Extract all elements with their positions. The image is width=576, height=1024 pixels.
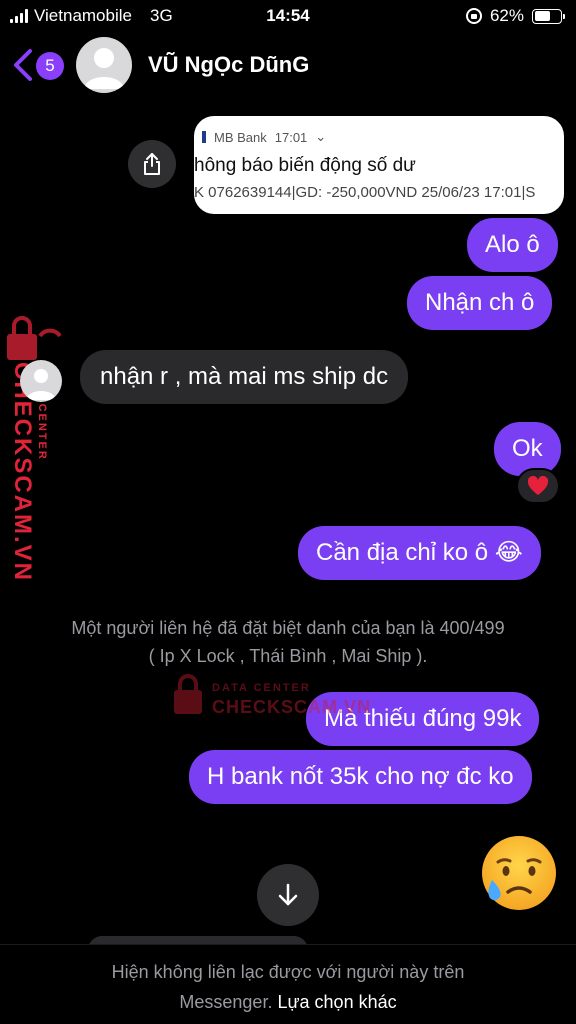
battery-icon [532, 8, 565, 24]
message-text: Cần địa chỉ ko ô 😂 [316, 539, 523, 566]
share-icon [144, 153, 160, 175]
heart-icon [527, 476, 549, 495]
footer-line-1: Hiện không liên lạc được với người này t… [111, 962, 465, 982]
card-body: K 0762639144|GD: -250,000VND 25/06/23 17… [194, 184, 536, 201]
shared-image-card[interactable]: MB Bank 17:01 ⌄ hông báo biến động số dư… [194, 116, 564, 214]
battery-percent: 62% [489, 6, 524, 25]
back-chevron-icon[interactable] [10, 48, 36, 82]
card-app-name: MB Bank [214, 129, 267, 145]
footer-line-2: Messenger. Lựa chọn khác [0, 987, 576, 1017]
unread-badge[interactable]: 5 [36, 52, 64, 80]
message-bank[interactable]: H bank nốt 35k cho nợ đc ko [189, 750, 532, 804]
watermark-center-tagline: DATA CENTER [212, 682, 311, 694]
message-dia-chi[interactable]: Cần địa chỉ ko ô 😂 [298, 526, 541, 580]
message-reaction[interactable] [516, 468, 560, 504]
contact-name[interactable]: VŨ NgỌc DũnG [148, 52, 309, 78]
notice-line-1: Một người liên hệ đã đặt biệt danh của b… [71, 618, 505, 638]
other-options-link[interactable]: Lựa chọn khác [277, 992, 396, 1012]
card-title: hông báo biến động số dư [194, 155, 416, 176]
message-nhan[interactable]: Nhận ch ô [407, 276, 553, 330]
status-right: 62% [465, 6, 565, 26]
message-alo[interactable]: Alo ô [467, 218, 558, 272]
message-text: Ok [512, 435, 543, 462]
orientation-lock-icon [465, 8, 482, 24]
card-app-row: MB Bank 17:01 ⌄ [202, 129, 326, 145]
bank-logo-mark [202, 131, 206, 143]
chevron-down-icon: ⌄ [315, 129, 327, 144]
footer-line-2-text: Messenger. [179, 992, 273, 1012]
contact-avatar[interactable] [76, 37, 132, 93]
chat-header: 5 VŨ NgỌc DũnG [0, 34, 576, 96]
unavailable-footer: Hiện không liên lạc được với người này t… [0, 944, 576, 1024]
sender-avatar[interactable] [20, 360, 62, 402]
notice-line-2: ( Ip X Lock , Thái Bình , Mai Ship ). [148, 646, 428, 666]
sad-sweat-emoji-icon[interactable] [480, 834, 558, 912]
message-ok[interactable]: Ok [494, 422, 561, 476]
message-text: Alo ô [485, 231, 540, 258]
message-text: H bank nốt 35k cho nợ đc ko [207, 763, 514, 790]
share-button[interactable] [128, 140, 176, 188]
card-time: 17:01 [274, 129, 308, 145]
message-text: Nhận ch ô [425, 289, 535, 316]
scroll-down-button[interactable] [257, 864, 319, 926]
nickname-notice: Một người liên hệ đã đặt biệt danh của b… [0, 614, 576, 670]
message-text: nhận r , mà mai ms ship dc [100, 363, 389, 390]
watermark-center-brand: CHECKSCAM.VN [212, 697, 372, 717]
arrow-down-icon [278, 883, 298, 906]
status-bar: Vietnamobile 3G 14:54 62% [0, 0, 576, 32]
message-reply[interactable]: nhận r , mà mai ms ship dc [80, 350, 409, 404]
